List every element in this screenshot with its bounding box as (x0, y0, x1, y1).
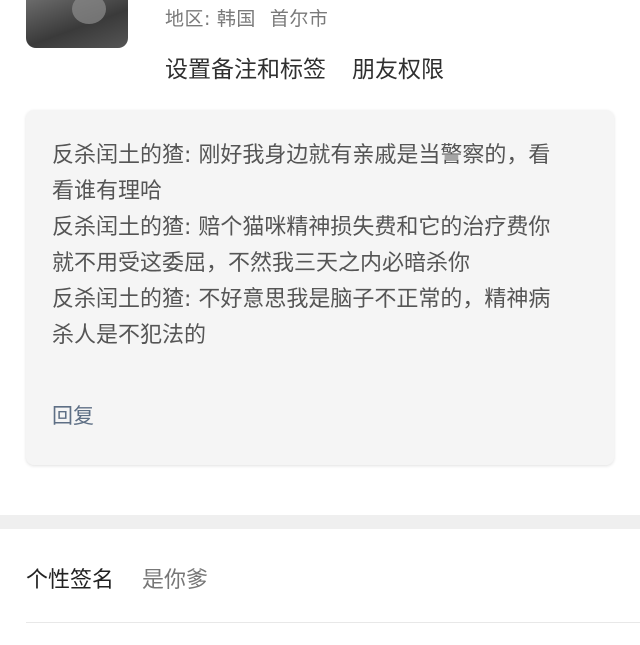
row-separator (26, 622, 640, 623)
message-list: 反杀闰土的猹: 刚好我身边就有亲戚是当警察的，看看谁有理哈 反杀闰土的猹: 赔个… (52, 138, 572, 354)
signature-row: 个性签名 是你爹 (26, 562, 208, 594)
region-info: 地区: 韩国 首尔市 (165, 4, 328, 31)
region-label: 地区: (165, 8, 211, 30)
profile-actions: 设置备注和标签 朋友权限 (165, 50, 444, 84)
signature-value: 是你爹 (142, 568, 209, 593)
message-item: 反杀闰土的猹: 赔个猫咪精神损失费和它的治疗费你就不用受这委屈，不然我三天之内必… (52, 215, 551, 276)
message-item: 反杀闰土的猹: 刚好我身边就有亲戚是当警察的，看看谁有理哈 (52, 143, 551, 204)
section-divider (0, 515, 640, 529)
region-city: 首尔市 (269, 8, 329, 30)
reply-button[interactable]: 回复 (52, 400, 94, 430)
avatar-image (72, 0, 106, 24)
set-remark-tags-link[interactable]: 设置备注和标签 (165, 50, 326, 84)
signature-label: 个性签名 (26, 568, 115, 593)
friend-permissions-link[interactable]: 朋友权限 (352, 50, 444, 84)
message-card: 反杀闰土的猹: 刚好我身边就有亲戚是当警察的，看看谁有理哈 反杀闰土的猹: 赔个… (26, 110, 614, 465)
region-country: 韩国 (216, 8, 256, 30)
message-item: 反杀闰土的猹: 不好意思我是脑子不正常的，精神病杀人是不犯法的 (52, 287, 551, 348)
avatar[interactable] (26, 0, 128, 48)
